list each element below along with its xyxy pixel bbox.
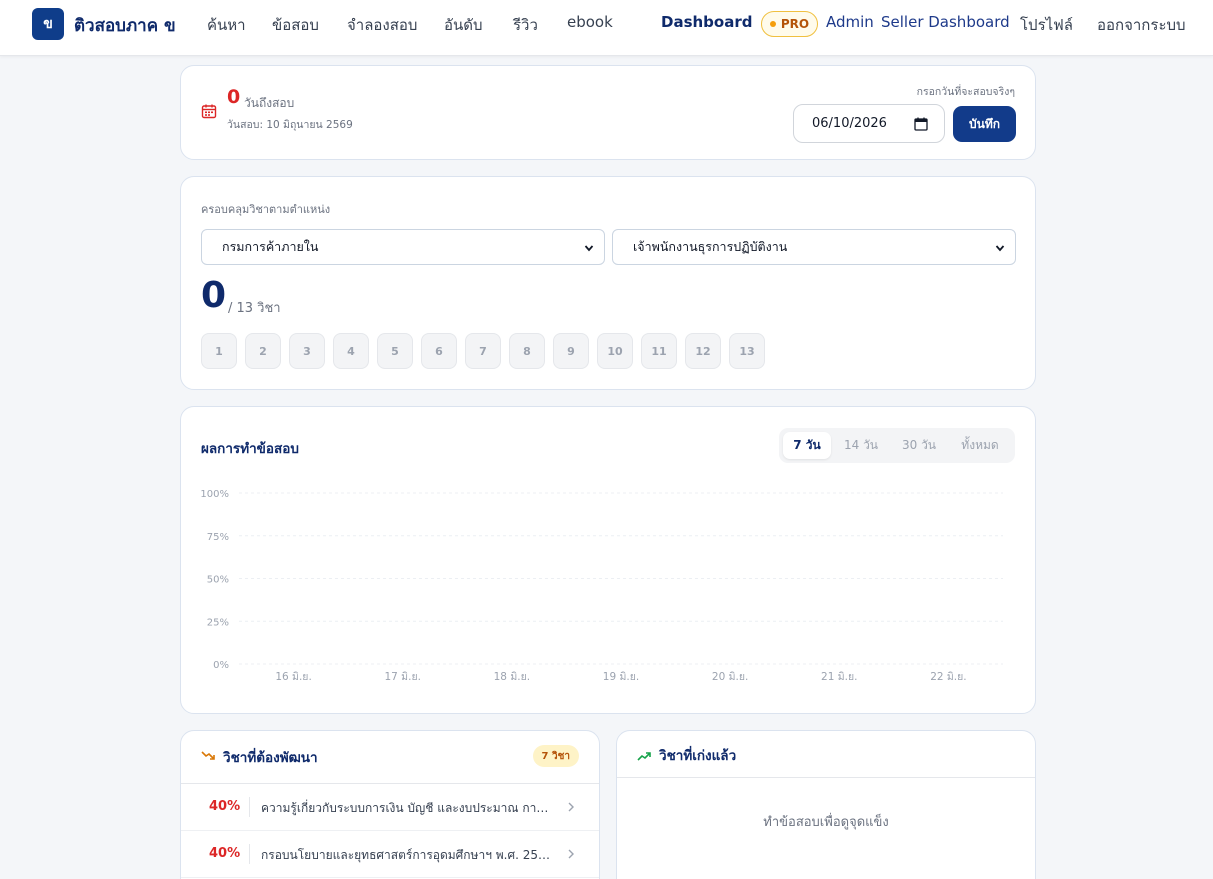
pro-badge: PRO: [761, 11, 818, 37]
weak-subject-row[interactable]: 40% ความรู้เกี่ยวกับระบบการเงิน บัญชี แล…: [181, 784, 599, 831]
x-tick-label: 21 มิ.ย.: [821, 671, 857, 683]
subject-chip-12[interactable]: 12: [685, 333, 721, 369]
exam-countdown-card: 0 วันถึงสอบ วันสอบ: 10 มิถุนายน 2569 กรอ…: [180, 65, 1036, 160]
tab-14-days[interactable]: 14 วัน: [837, 432, 885, 459]
subject-chip-6[interactable]: 6: [421, 333, 457, 369]
y-tick-label: 100%: [200, 489, 229, 500]
subject-chip-13[interactable]: 13: [729, 333, 765, 369]
trending-down-icon: [201, 751, 215, 760]
weak-subjects-panel: วิชาที่ต้องพัฒนา 7 วิชา 40% ความรู้เกี่ย…: [180, 730, 600, 879]
results-line-chart: 100% 75% 50% 25% 0% 16 มิ.ย. 17 มิ.ย. 18 มิ.ย. 1…: [200, 489, 1003, 683]
range-tabs: 7 วัน 14 วัน 30 วัน ทั้งหมด: [779, 428, 1015, 463]
subject-chip-9[interactable]: 9: [553, 333, 589, 369]
nav-profile[interactable]: โปรไฟล์: [1020, 13, 1073, 37]
pro-dot-icon: [769, 21, 776, 27]
y-tick-label: 75%: [207, 532, 229, 543]
weak-subject-name: กรอบนโยบายและยุทธศาสตร์การอุดมศึกษาฯ พ.ศ…: [261, 848, 551, 862]
divider: [617, 777, 1035, 778]
exam-date-hint: กรอกวันที่จะสอบจริงๆ: [916, 86, 1015, 98]
coverage-title: ครอบคลุมวิชาตามตำแหน่ง: [201, 203, 331, 216]
chevron-right-icon: [568, 849, 574, 859]
subject-chip-4[interactable]: 4: [333, 333, 369, 369]
x-tick-label: 20 มิ.ย.: [712, 671, 748, 683]
total-subjects-text: / 13 วิชา: [228, 301, 281, 316]
subject-chip-5[interactable]: 5: [377, 333, 413, 369]
nav-exams[interactable]: ข้อสอบ: [272, 13, 319, 37]
x-tick-label: 18 มิ.ย.: [494, 671, 530, 683]
save-exam-date-button[interactable]: บันทึก: [953, 106, 1016, 142]
exam-date-input[interactable]: 06/10/2026: [793, 104, 945, 143]
days-remaining-label: วันถึงสอบ: [244, 96, 295, 110]
y-tick-label: 50%: [207, 575, 229, 586]
nav-seller-dashboard[interactable]: Seller Dashboard: [881, 13, 1010, 31]
covered-subjects-count: 0: [201, 275, 227, 316]
subject-chip-11[interactable]: 11: [641, 333, 677, 369]
y-tick-label: 25%: [207, 617, 229, 628]
subject-chip-10[interactable]: 10: [597, 333, 633, 369]
nav-dashboard[interactable]: Dashboard: [661, 13, 752, 31]
nav-ebook[interactable]: ebook: [567, 13, 613, 31]
department-select[interactable]: กรมการค้าภายใน: [201, 229, 605, 265]
subject-chip-1[interactable]: 1: [201, 333, 237, 369]
exam-date-value: 06/10/2026: [812, 116, 887, 131]
x-tick-label: 22 มิ.ย.: [930, 671, 966, 683]
chevron-down-icon: [584, 245, 594, 252]
subject-chip-3[interactable]: 3: [289, 333, 325, 369]
department-select-value: กรมการค้าภายใน: [222, 239, 319, 254]
subject-chip-2[interactable]: 2: [245, 333, 281, 369]
tab-30-days[interactable]: 30 วัน: [891, 432, 947, 459]
brand-logo[interactable]: ข: [32, 8, 64, 40]
calendar-icon: [201, 104, 217, 119]
weak-subject-score: 40%: [209, 799, 241, 814]
top-navbar: ข ติวสอบภาค ข ค้นหา ข้อสอบ จำลองสอบ อันด…: [0, 0, 1213, 56]
exam-date-text: วันสอบ: 10 มิถุนายน 2569: [227, 119, 353, 131]
weak-subject-score: 40%: [209, 846, 241, 861]
nav-search[interactable]: ค้นหา: [207, 13, 246, 37]
days-remaining-value: 0: [227, 86, 241, 108]
trending-up-icon: [637, 752, 651, 761]
x-tick-label: 19 มิ.ย.: [603, 671, 639, 683]
x-tick-label: 17 มิ.ย.: [384, 671, 420, 683]
nav-logout[interactable]: ออกจากระบบ: [1097, 13, 1186, 37]
date-picker-icon[interactable]: [914, 117, 928, 131]
tab-all[interactable]: ทั้งหมด: [951, 432, 1009, 459]
divider: [249, 844, 250, 864]
weak-subjects-title: วิชาที่ต้องพัฒนา: [223, 750, 318, 766]
exam-results-card: ผลการทำข้อสอบ 7 วัน 14 วัน 30 วัน ทั้งหม…: [180, 406, 1036, 714]
nav-admin[interactable]: Admin: [826, 13, 874, 31]
nav-mock-exam[interactable]: จำลองสอบ: [347, 13, 417, 37]
results-title: ผลการทำข้อสอบ: [201, 441, 299, 457]
x-tick-label: 16 มิ.ย.: [275, 671, 311, 683]
pro-badge-label: PRO: [780, 17, 810, 31]
nav-reviews[interactable]: รีวิว: [513, 13, 538, 37]
position-select-value: เจ้าพนักงานธุรการปฏิบัติงาน: [633, 239, 788, 254]
chevron-right-icon: [568, 802, 574, 812]
tab-7-days[interactable]: 7 วัน: [783, 432, 831, 459]
y-tick-label: 0%: [213, 660, 229, 671]
position-select[interactable]: เจ้าพนักงานธุรการปฏิบัติงาน: [612, 229, 1016, 265]
chevron-down-icon: [995, 245, 1005, 252]
subject-coverage-card: ครอบคลุมวิชาตามตำแหน่ง กรมการค้าภายใน เจ…: [180, 176, 1036, 390]
brand-name[interactable]: ติวสอบภาค ข: [74, 12, 176, 39]
subject-chip-7[interactable]: 7: [465, 333, 501, 369]
nav-ranking[interactable]: อันดับ: [444, 13, 483, 37]
subject-chip-8[interactable]: 8: [509, 333, 545, 369]
strong-subjects-panel: วิชาที่เก่งแล้ว ทำข้อสอบเพื่อดูจุดแข็ง: [616, 730, 1036, 879]
weak-subject-row[interactable]: 40% กรอบนโยบายและยุทธศาสตร์การอุดมศึกษาฯ…: [181, 831, 599, 878]
strong-subjects-title: วิชาที่เก่งแล้ว: [659, 748, 737, 764]
weak-subject-name: ความรู้เกี่ยวกับระบบการเงิน บัญชี และงบป…: [261, 801, 551, 815]
divider: [249, 797, 250, 817]
strong-subjects-empty-text: ทำข้อสอบเพื่อดูจุดแข็ง: [763, 815, 889, 830]
weak-count-badge: 7 วิชา: [532, 745, 579, 767]
